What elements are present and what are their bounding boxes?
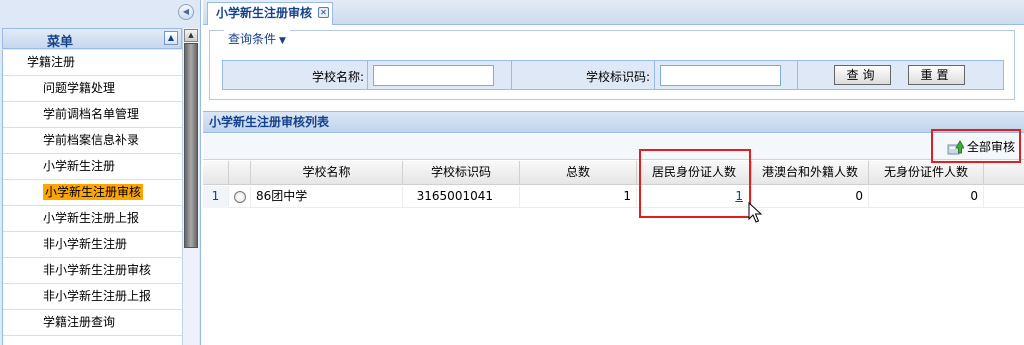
menu-list: 学籍注册 问题学籍处理 学前调档名单管理 学前档案信息补录 小学新生注册 小学新… bbox=[2, 50, 182, 345]
query-legend[interactable]: 查询条件 ▼ bbox=[224, 30, 290, 47]
divider bbox=[797, 61, 798, 89]
menu-item-primary-registration-review[interactable]: 小学新生注册审核 bbox=[3, 180, 182, 206]
menu-item-label: 非小学新生注册审核 bbox=[43, 263, 152, 277]
list-title: 小学新生注册审核列表 bbox=[203, 111, 1024, 133]
close-tab-icon[interactable]: ✕ bbox=[318, 7, 330, 18]
menu-header: 菜单 ▲ bbox=[2, 28, 182, 50]
row-select-radio[interactable] bbox=[234, 191, 246, 203]
column-header-total[interactable]: 总数 bbox=[520, 161, 637, 185]
sidebar: ◀ 菜单 ▲ 学籍注册 问题学籍处理 学前调档名单管理 学前档案信息补录 小学新… bbox=[0, 0, 201, 345]
menu-group-student-registration[interactable]: 学籍注册 bbox=[3, 50, 182, 76]
highlight-box-approve-all bbox=[931, 129, 1021, 163]
grid-header: 学校名称 学校标识码 总数 居民身份证人数 港澳台和外籍人数 无身份证件人数 bbox=[203, 161, 1024, 185]
tab-label: 小学新生注册审核 bbox=[216, 6, 313, 20]
column-header-school-id[interactable]: 学校标识码 bbox=[403, 161, 520, 185]
menu-item-non-primary-registration-review[interactable]: 非小学新生注册审核 bbox=[3, 258, 182, 284]
menu-item-label: 问题学籍处理 bbox=[43, 81, 116, 95]
menu-item-label: 学籍注册 bbox=[27, 55, 76, 69]
scrollbar-thumb[interactable] bbox=[184, 43, 198, 248]
menu-item-label: 学前调档名单管理 bbox=[43, 107, 140, 121]
query-panel: 查询条件 ▼ 学校名称: 学校标识码: 查询 重置 bbox=[209, 30, 1015, 100]
menu-item-preschool-archive-supplement[interactable]: 学前档案信息补录 bbox=[3, 128, 182, 154]
menu-item-primary-new-registration[interactable]: 小学新生注册 bbox=[3, 154, 182, 180]
column-header-no-id[interactable]: 无身份证件人数 bbox=[869, 161, 984, 185]
collapse-menu-icon[interactable]: ▲ bbox=[164, 31, 178, 45]
menu-title: 菜单 bbox=[47, 35, 74, 50]
menu-item-preschool-transfer-list[interactable]: 学前调档名单管理 bbox=[3, 102, 182, 128]
menu-item-label: 小学新生注册审核 bbox=[43, 184, 144, 200]
highlight-box-resident-id bbox=[639, 149, 751, 218]
menu-item-non-primary-registration-report[interactable]: 非小学新生注册上报 bbox=[3, 284, 182, 310]
column-header-hk-macao-tw-foreign[interactable]: 港澳台和外籍人数 bbox=[752, 161, 869, 185]
query-form: 学校名称: 学校标识码: 查询 重置 bbox=[222, 60, 1004, 90]
tab-bar: 小学新生注册审核 ✕ bbox=[203, 0, 1024, 25]
menu-item-label: 非小学新生注册上报 bbox=[43, 289, 152, 303]
menu-item-non-primary-registration[interactable]: 非小学新生注册 bbox=[3, 232, 182, 258]
divider bbox=[511, 61, 512, 89]
school-id-label: 学校标识码: bbox=[586, 70, 651, 84]
divider bbox=[367, 61, 368, 89]
sidebar-scrollbar[interactable]: ▲ bbox=[182, 28, 199, 345]
reset-button[interactable]: 重置 bbox=[908, 65, 965, 85]
column-header-school-name[interactable]: 学校名称 bbox=[251, 161, 403, 185]
cell-total: 1 bbox=[520, 186, 637, 208]
cell-school-id: 3165001041 bbox=[403, 186, 520, 208]
menu-item-problem-records[interactable]: 问题学籍处理 bbox=[3, 76, 182, 102]
search-button[interactable]: 查询 bbox=[834, 65, 891, 85]
table-row[interactable]: 1 86团中学 3165001041 1 1 0 0 bbox=[203, 186, 1024, 208]
collapse-sidebar-icon[interactable]: ◀ bbox=[178, 4, 194, 20]
caret-down-icon: ▼ bbox=[279, 36, 286, 46]
menu-item-registration-query[interactable]: 学籍注册查询 bbox=[3, 310, 182, 336]
query-legend-label: 查询条件 bbox=[228, 32, 277, 46]
main-panel: 小学新生注册审核 ✕ 查询条件 ▼ 学校名称: 学校标识码: 查询 重置 小学新生… bbox=[203, 0, 1024, 345]
menu-item-label: 小学新生注册 bbox=[43, 159, 116, 173]
cell-no-id: 0 bbox=[869, 186, 984, 208]
school-id-input[interactable] bbox=[660, 65, 781, 86]
cell-hk-macao-tw-foreign: 0 bbox=[752, 186, 869, 208]
cell-school-name: 86团中学 bbox=[251, 186, 403, 208]
grid-toolbar: 全部审核 bbox=[203, 134, 1024, 160]
sidebar-top: ◀ bbox=[0, 0, 200, 24]
header-rownum bbox=[203, 161, 229, 185]
menu-item-label: 非小学新生注册 bbox=[43, 237, 128, 251]
menu-item-label: 学籍注册查询 bbox=[43, 315, 116, 329]
mouse-cursor-icon bbox=[748, 202, 762, 223]
school-name-input[interactable] bbox=[373, 65, 494, 86]
school-name-label: 学校名称: bbox=[312, 70, 365, 84]
divider bbox=[654, 61, 655, 89]
scroll-up-icon[interactable]: ▲ bbox=[184, 29, 198, 42]
tab-primary-registration-review[interactable]: 小学新生注册审核 ✕ bbox=[207, 2, 334, 25]
header-select bbox=[229, 161, 251, 185]
menu-item-label: 学前档案信息补录 bbox=[43, 133, 140, 147]
menu-item-primary-registration-report[interactable]: 小学新生注册上报 bbox=[3, 206, 182, 232]
menu-item-label: 小学新生注册上报 bbox=[43, 211, 140, 225]
row-number: 1 bbox=[203, 186, 229, 208]
